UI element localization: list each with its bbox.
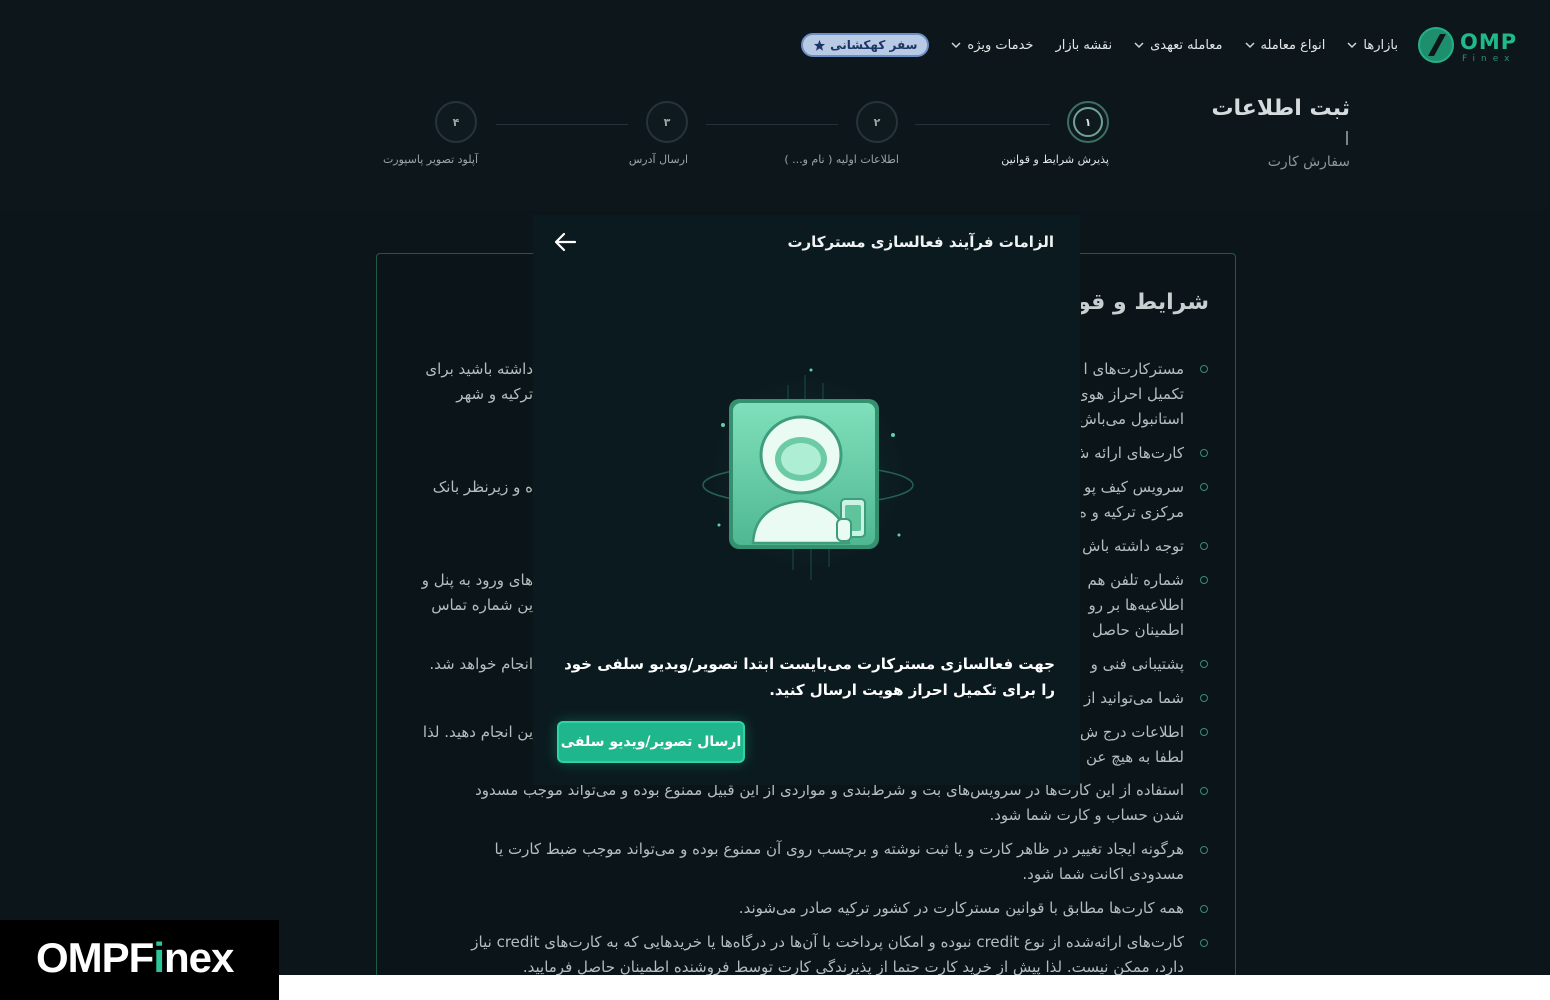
term-line: همه کارت‌ها مطابق با قوانین مسترکارت در … [738,899,1184,917]
bullet-icon [1200,846,1208,854]
term-item: هرگونه ایجاد تغییر در ظاهر کارت و یا ثبت… [380,837,1216,887]
step-2-label: اطلاعات اولیه ( نام و... ) [784,153,899,166]
term-fragment: اطمینان حاصل [1091,621,1184,639]
bullet-icon [1200,939,1208,947]
step-4-label: آپلود تصویر پاسپورت [382,153,478,166]
terms-heading: شرایط و قوانین [1081,290,1209,315]
nav-item-label: بازارها [1363,37,1398,53]
nav-item-margin-trading[interactable]: معامله تعهدی [1134,37,1223,53]
term-line: شدن حساب و کارت شما شود. [989,806,1184,824]
bullet-icon [1200,365,1208,373]
terms-heading-clip: شرایط و قوانین [1081,280,1231,330]
nav-item-market-map[interactable]: نقشه بازار [1055,38,1112,53]
nav-item-label: خدمات ویژه [967,37,1034,53]
term-item: استفاده از این کارت‌ها در سرویس‌های بت و… [380,778,1216,828]
term-line: مسدودی اکانت شما شود. [1022,865,1184,883]
term-fragment: ترکیه و شهر [456,385,533,403]
page-title: ثبت اطلاعات [1211,96,1350,121]
selfie-requirement-modal: الزامات فرآیند فعالسازی مسترکارت جهت فعا… [533,215,1080,785]
term-fragment: سرویس کیف پو [1083,478,1184,496]
step-3-circle[interactable]: ۳ [646,101,688,143]
terms-left-fragments: داشته باشید برای ترکیه و شهر ه و زیرنظر … [390,355,533,775]
term-item: همه کارت‌ها مطابق با قوانین مسترکارت در … [380,896,1216,921]
step-3-number: ۳ [663,115,671,129]
term-fragment: شماره تلفن هم [1087,571,1185,589]
chevron-down-icon [1134,42,1144,49]
page-subtitle: سفارش کارت [1267,154,1350,170]
step-1-label: پذیرش شرایط و قوانین [1001,153,1109,166]
term-fragment: تکمیل احراز هوی [1081,385,1184,403]
term-item: کارت‌های ارائه‌شده از نوع credit نبوده و… [380,930,1216,980]
term-fragment: مرکزی ترکیه و ه [1081,503,1184,521]
nav-item-markets[interactable]: بازارها [1347,38,1398,53]
step-connector [706,124,838,125]
term-fragment: ین شماره تماس [431,596,533,614]
chevron-down-icon [1245,42,1255,49]
term-fragment: توجه داشته باش [1082,537,1184,555]
term-fragment: های ورود به پنل و [421,571,533,589]
step-connector [496,124,628,125]
term-line: دارد، ممکن نیست. لذا پیش از خرید کارت حت… [522,958,1184,976]
modal-message: جهت فعالسازی مسترکارت می‌بایست ابتدا تصو… [564,655,1055,699]
term-fragment: داشته باشید برای [425,360,533,378]
omp-logo[interactable]: OMP Finex [1418,26,1518,68]
omp-logo-icon [1418,27,1454,63]
bullet-icon [1200,728,1208,736]
term-fragment: اطلاعات درج ش [1081,723,1184,741]
term-fragment: کارت‌های ارائه ش [1081,444,1184,462]
term-fragment: استانبول می‌باش [1081,410,1184,428]
bullet-icon [1200,483,1208,491]
bottom-white-bar [279,975,1550,1000]
term-fragment: مسترکارت‌های ا [1083,360,1184,378]
ompfinex-watermark: OMPFinex [36,934,234,982]
step-2-circle[interactable]: ۲ [856,101,898,143]
nav-item-label: معامله تعهدی [1150,37,1223,53]
nav-item-special-services[interactable]: خدمات ویژه [951,38,1033,53]
nav-item-label: انواع معامله [1260,37,1326,53]
chevron-down-icon [1347,42,1357,49]
term-line: کارت‌های ارائه‌شده از نوع credit نبوده و… [471,933,1184,951]
terms-right-fragments: مسترکارت‌های ا تکمیل احراز هوی استانبول … [1081,355,1216,775]
logo-subtext: Finex [1462,54,1516,64]
modal-title: الزامات فرآیند فعالسازی مسترکارت [787,233,1054,251]
term-line: هرگونه ایجاد تغییر در ظاهر کارت و یا ثبت… [494,840,1184,858]
star-icon [813,39,826,51]
astronaut-selfie-icon [702,368,914,580]
step-1-circle[interactable]: ۱ [1067,101,1109,143]
term-fragment: ه و زیرنظر بانک [432,478,533,496]
nav-item-label: نقشه بازار [1055,37,1113,53]
term-fragment: انجام خواهد شد. [429,655,533,673]
nav-menu: بازارها انواع معامله معامله تعهدی نقشه ب… [801,32,1398,58]
step-connector [915,124,1050,125]
send-selfie-button[interactable]: ارسال تصویر/ویدیو سلفی [557,721,745,763]
watermark-part: nex [164,934,234,981]
term-fragment: لطفا به هیچ عن [1085,748,1184,766]
bullet-icon [1200,787,1208,795]
bullet-icon [1200,542,1208,550]
bullet-icon [1200,660,1208,668]
term-fragment: اطلاعیه‌ها بر رو [1088,596,1184,614]
term-fragment: پشتیبانی فنی و [1090,655,1184,673]
step-2-number: ۲ [873,115,881,129]
watermark-part: i [153,934,165,981]
bullet-icon [1200,576,1208,584]
bullet-icon [1200,449,1208,457]
nav-item-trade-types[interactable]: انواع معامله [1245,37,1326,53]
bullet-icon [1200,694,1208,702]
logo-text: OMP [1460,30,1518,54]
galaxy-journey-button[interactable]: سفر کهکشانی [801,33,930,57]
galaxy-journey-label: سفر کهکشانی [830,38,918,52]
title-divider [1346,131,1348,145]
step-4-circle[interactable]: ۴ [435,101,477,143]
chevron-down-icon [951,42,961,49]
step-4-number: ۴ [452,115,460,129]
step-3-label: ارسال آدرس [628,153,688,166]
step-1-number: ۱ [1073,107,1103,137]
term-fragment: ین انجام دهید. لذا [422,723,533,741]
arrow-left-icon[interactable] [553,231,577,253]
bullet-icon [1200,905,1208,913]
watermark-part: OMPF [36,934,154,981]
term-fragment: شما می‌توانید از [1084,689,1184,707]
